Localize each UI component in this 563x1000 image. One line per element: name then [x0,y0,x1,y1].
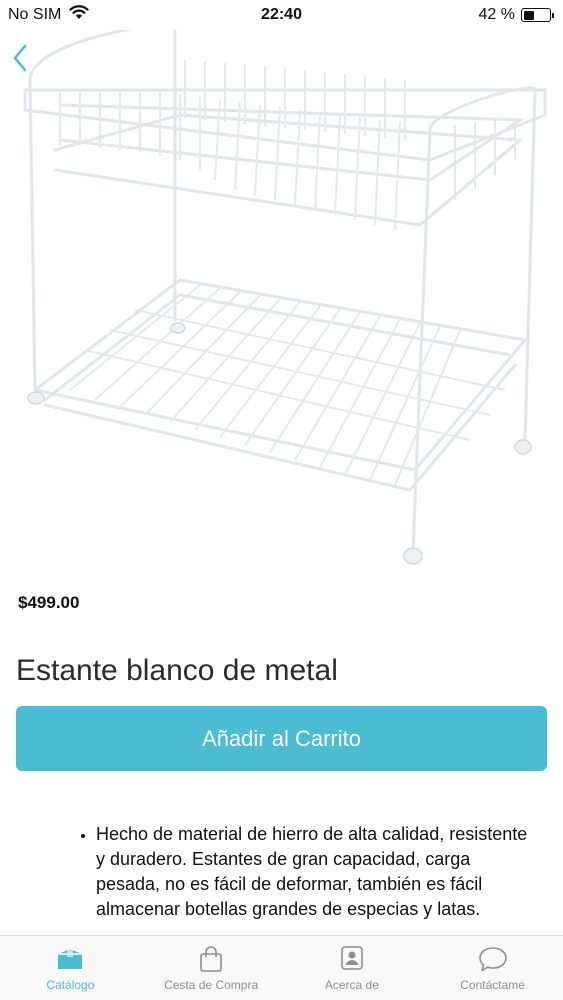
tab-about[interactable]: Acerca de [282,936,423,1000]
tab-label: Cesta de Compra [164,978,259,992]
carrier-label: No SIM [8,6,62,23]
battery-percent: 42 % [478,6,515,23]
white-metal-wire-shelf-image [23,22,547,565]
tab-shopping-cart[interactable]: Cesta de Compra [141,936,282,1000]
product-price: $499.00 [18,593,80,612]
tab-contact[interactable]: Contáctame [422,936,563,1000]
tab-label: Acerca de [324,978,379,992]
chevron-left-icon [12,43,28,78]
chat-bubble-icon [478,944,508,974]
tab-label: Contáctame [460,978,525,992]
tab-catalog[interactable]: Catálogo [0,936,141,1000]
shopping-bag-icon [196,944,226,974]
status-right: 42 % [478,6,554,24]
description-list: Hecho de material de hierro de alta cali… [96,822,539,922]
add-to-cart-button[interactable]: Añadir al Carrito [16,706,547,771]
status-time: 22:40 [261,6,302,23]
back-button[interactable] [6,42,34,78]
about-badge-icon [337,944,367,974]
tab-bar: Catálogo Cesta de Compra Acerca de Contá… [0,935,563,1000]
description-item: Hecho de material de hierro de alta cali… [96,822,539,922]
catalog-box-icon [55,944,85,974]
product-image [0,10,563,570]
tab-label: Catálogo [46,978,95,992]
product-title: Estante blanco de metal [16,654,338,687]
status-bar: No SIM 22:40 42 % [0,0,563,30]
battery-icon [521,8,554,22]
product-description: Hecho de material de hierro de alta cali… [0,822,563,936]
battery-fill [523,10,534,20]
wifi-icon [69,5,89,25]
add-to-cart-label: Añadir al Carrito [202,725,361,751]
status-left: No SIM [8,5,89,25]
